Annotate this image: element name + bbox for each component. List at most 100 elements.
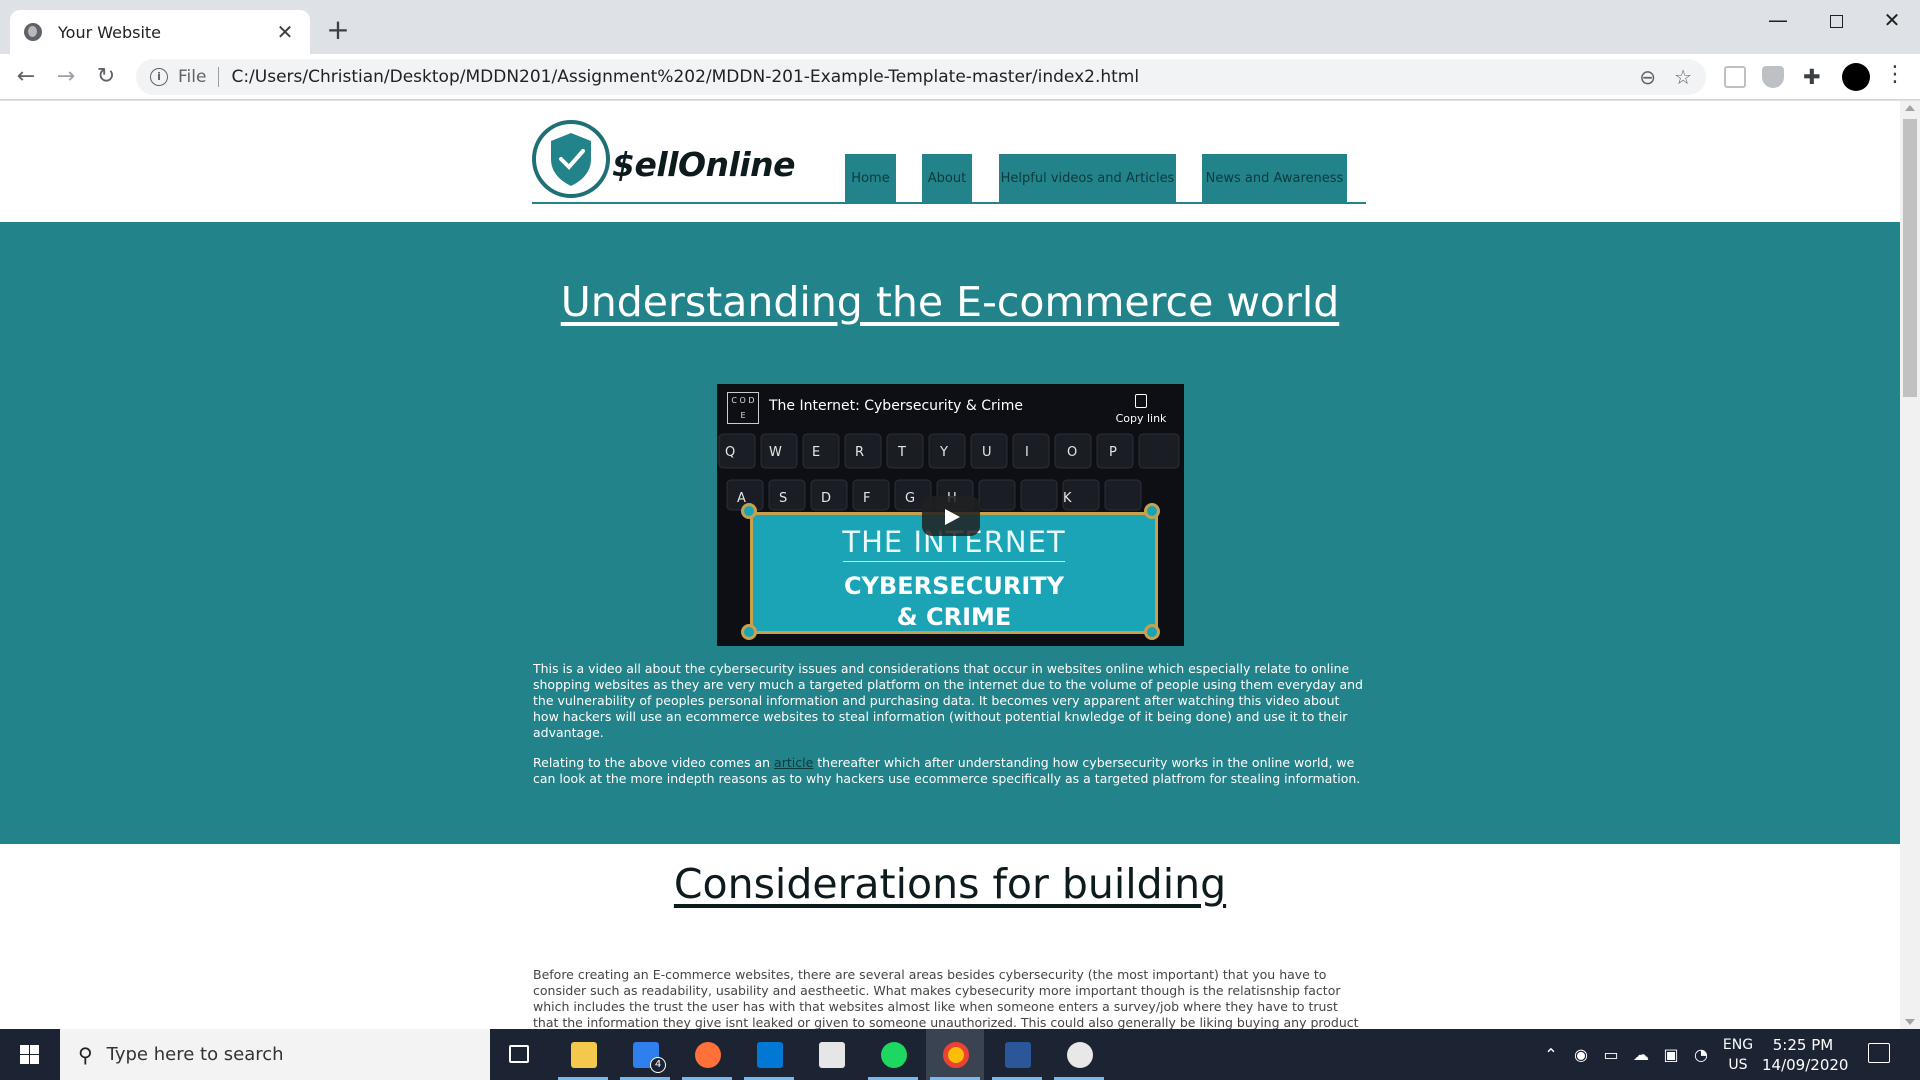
taskbar-mail[interactable]: 4 xyxy=(616,1029,674,1080)
considerations-paragraph: Before creating an E-commerce websites, … xyxy=(533,967,1359,1029)
browser-toolbar: ← → ↻ i File C:/Users/Christian/Desktop/… xyxy=(0,54,1920,100)
info-icon[interactable]: i xyxy=(150,68,168,86)
word-icon xyxy=(1005,1042,1031,1068)
page-viewport: $ellOnline Home About Helpful videos and… xyxy=(0,101,1900,1029)
puzzle-icon[interactable]: ✚ xyxy=(1803,66,1825,88)
notification-icon[interactable] xyxy=(1868,1043,1890,1063)
divider xyxy=(218,67,220,87)
clock[interactable]: 5:25 PM 14/09/2020 xyxy=(1762,1035,1849,1075)
taskbar-spotify[interactable] xyxy=(864,1029,922,1080)
taskbar-store[interactable] xyxy=(802,1029,860,1080)
banner-subtitle-line2: & CRIME xyxy=(896,603,1012,631)
copy-icon xyxy=(1135,394,1147,408)
svg-text:K: K xyxy=(1063,491,1072,506)
scroll-thumb[interactable] xyxy=(1903,119,1917,397)
extension-icon[interactable] xyxy=(1724,66,1746,88)
close-tab-icon[interactable]: ✕ xyxy=(274,20,296,44)
new-tab-button[interactable]: + xyxy=(322,14,354,46)
tray-chevron-icon[interactable]: ⌃ xyxy=(1538,1029,1564,1080)
battery-icon[interactable]: ▭ xyxy=(1598,1029,1624,1080)
svg-text:F: F xyxy=(863,491,870,506)
banner-corner xyxy=(741,624,757,640)
mail-badge: 4 xyxy=(650,1057,666,1073)
nav-home[interactable]: Home xyxy=(845,154,896,204)
zoom-icon[interactable]: ⊖ xyxy=(1639,65,1656,89)
scroll-down-arrow-icon[interactable] xyxy=(1905,1019,1915,1025)
browser-tab[interactable]: Your Website ✕ xyxy=(10,10,310,54)
windows-logo-icon xyxy=(30,1045,39,1054)
tab-strip: Your Website ✕ + — ✕ xyxy=(0,0,1920,54)
start-button[interactable] xyxy=(0,1029,58,1080)
copy-link-label: Copy link xyxy=(1115,412,1167,425)
address-bar[interactable]: i File C:/Users/Christian/Desktop/MDDN20… xyxy=(136,59,1706,95)
chrome-icon xyxy=(943,1042,969,1068)
snip-icon xyxy=(1067,1042,1093,1068)
clock-date: 14/09/2020 xyxy=(1762,1056,1849,1074)
article-link[interactable]: article xyxy=(774,755,813,770)
shield-check-logo-icon[interactable] xyxy=(531,119,611,199)
taskbar-snip[interactable] xyxy=(1050,1029,1108,1080)
bookmark-star-icon[interactable]: ☆ xyxy=(1674,65,1692,89)
windows-logo-icon xyxy=(20,1045,29,1054)
banner-subtitle: CYBERSECURITY & CRIME xyxy=(753,571,1155,633)
taskbar-search[interactable]: ⚲ Type here to search xyxy=(60,1029,490,1080)
taskbar-word[interactable] xyxy=(988,1029,1046,1080)
page-scrollbar[interactable] xyxy=(1900,101,1920,1029)
search-placeholder: Type here to search xyxy=(106,1044,284,1065)
channel-logo-icon[interactable]: C O D E xyxy=(727,392,759,424)
svg-text:W: W xyxy=(769,445,782,460)
tray-app-icon[interactable]: ◉ xyxy=(1568,1029,1594,1080)
store-icon xyxy=(819,1042,845,1068)
back-button[interactable]: ← xyxy=(10,61,42,93)
tray-device-icon[interactable]: ▣ xyxy=(1658,1029,1684,1080)
article-text-before: Relating to the above video comes an xyxy=(533,755,771,770)
reload-button[interactable]: ↻ xyxy=(90,61,122,93)
taskbar-firefox[interactable] xyxy=(678,1029,736,1080)
url-text[interactable]: C:/Users/Christian/Desktop/MDDN201/Assig… xyxy=(231,67,1621,87)
banner-corner xyxy=(1144,503,1160,519)
section-title: Understanding the E-commerce world xyxy=(560,278,1340,326)
svg-text:U: U xyxy=(982,445,992,460)
folder-icon xyxy=(571,1042,597,1068)
task-view-icon xyxy=(509,1045,529,1063)
search-icon: ⚲ xyxy=(78,1042,93,1067)
language-indicator[interactable]: ENG US xyxy=(1718,1035,1758,1075)
maximize-button[interactable] xyxy=(1808,0,1864,40)
video-embed[interactable]: QWE RTY UIO P ASD FGH K C O D E The Inte… xyxy=(717,384,1184,646)
minimize-button[interactable]: — xyxy=(1750,0,1806,40)
logo-text[interactable]: $ellOnline xyxy=(612,145,796,184)
menu-dots-icon[interactable]: ⋮ xyxy=(1884,60,1906,90)
nav-helpful-videos[interactable]: Helpful videos and Articles xyxy=(999,154,1176,204)
banner-corner xyxy=(1144,624,1160,640)
svg-text:Q: Q xyxy=(725,445,735,460)
svg-text:O: O xyxy=(1067,445,1077,460)
svg-text:S: S xyxy=(779,491,787,506)
globe-icon xyxy=(24,23,42,41)
taskbar-vscode[interactable] xyxy=(740,1029,798,1080)
nav-news[interactable]: News and Awareness xyxy=(1202,154,1347,204)
wifi-icon[interactable]: ◔ xyxy=(1688,1029,1714,1080)
banner-rule xyxy=(843,561,1065,562)
task-view-button[interactable] xyxy=(490,1029,548,1080)
svg-text:G: G xyxy=(905,491,915,506)
video-title[interactable]: The Internet: Cybersecurity & Crime xyxy=(769,398,1023,414)
forward-button[interactable]: → xyxy=(50,61,82,93)
taskbar-chrome[interactable] xyxy=(926,1029,984,1080)
url-scheme: File xyxy=(178,67,207,87)
close-window-button[interactable]: ✕ xyxy=(1864,0,1920,40)
section-title: Considerations for building xyxy=(673,860,1227,908)
windows-logo-icon xyxy=(30,1055,39,1064)
play-icon[interactable] xyxy=(922,496,980,536)
nav-about[interactable]: About xyxy=(922,154,972,204)
shield-extension-icon[interactable] xyxy=(1762,66,1784,88)
video-description: This is a video all about the cybersecur… xyxy=(533,661,1363,740)
language-code: ENG xyxy=(1722,1037,1754,1053)
copy-link-button[interactable]: Copy link xyxy=(1113,394,1169,425)
clock-time: 5:25 PM xyxy=(1772,1036,1834,1054)
taskbar-file-explorer[interactable] xyxy=(554,1029,612,1080)
profile-avatar[interactable] xyxy=(1842,63,1870,91)
banner-corner xyxy=(741,503,757,519)
svg-text:P: P xyxy=(1109,445,1117,460)
scroll-up-arrow-icon[interactable] xyxy=(1905,105,1915,111)
onedrive-icon[interactable]: ☁ xyxy=(1628,1029,1654,1080)
